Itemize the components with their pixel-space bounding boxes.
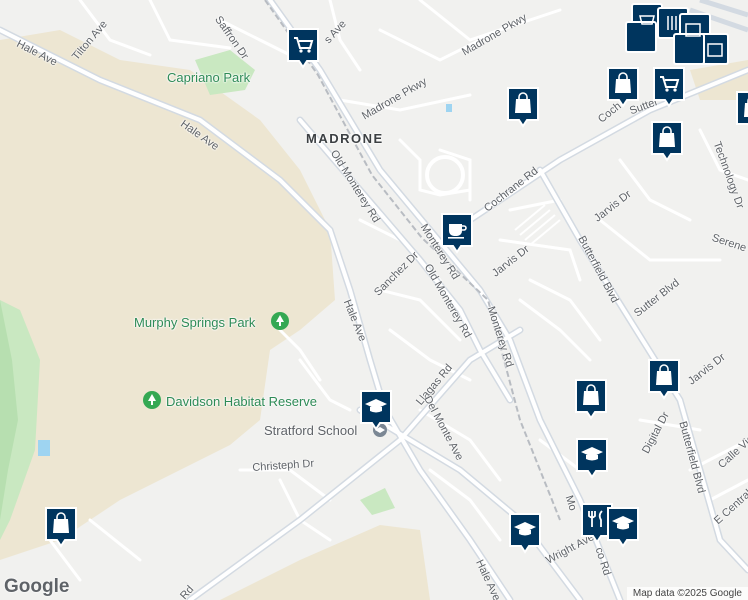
shopping-bag-marker[interactable] bbox=[647, 358, 681, 402]
school-icon bbox=[576, 438, 608, 479]
shopping-bag-icon bbox=[651, 121, 683, 162]
school-marker[interactable] bbox=[606, 506, 640, 550]
shopping-bag-marker[interactable] bbox=[44, 506, 78, 550]
shopping-bag-marker[interactable] bbox=[735, 90, 748, 134]
shopping-bag-icon bbox=[45, 507, 77, 548]
park-icon bbox=[143, 391, 161, 409]
shopping-bag-marker[interactable] bbox=[574, 378, 608, 422]
map-canvas[interactable]: MADRONE Capriano Park Murphy Springs Par… bbox=[0, 0, 748, 600]
school-marker[interactable] bbox=[575, 437, 609, 481]
school-icon bbox=[360, 390, 392, 431]
shopping-cart-marker[interactable] bbox=[286, 27, 320, 71]
park-label-davidson[interactable]: Davidson Habitat Reserve bbox=[166, 394, 317, 409]
park-label-murphy-springs[interactable]: Murphy Springs Park bbox=[134, 315, 255, 330]
school-icon bbox=[607, 507, 639, 548]
google-logo: Google bbox=[4, 576, 70, 597]
coffee-icon bbox=[441, 213, 473, 254]
shopping-cart-icon bbox=[287, 28, 319, 69]
shopping-bag-marker[interactable] bbox=[650, 120, 684, 164]
shopping-bag-icon bbox=[575, 379, 607, 420]
school-marker[interactable] bbox=[359, 389, 393, 433]
coffee-marker[interactable] bbox=[440, 212, 474, 256]
school-label[interactable]: Stratford School bbox=[264, 423, 357, 438]
park-label-capriano[interactable]: Capriano Park bbox=[167, 70, 250, 85]
school-marker[interactable] bbox=[508, 512, 542, 556]
marker-cluster[interactable] bbox=[624, 0, 748, 75]
district-label: MADRONE bbox=[306, 131, 384, 146]
shopping-bag-marker[interactable] bbox=[506, 86, 540, 130]
shopping-bag-icon bbox=[736, 91, 748, 126]
school-icon bbox=[509, 513, 541, 554]
shopping-bag-icon bbox=[648, 359, 680, 400]
park-icon bbox=[271, 312, 289, 330]
shopping-bag-icon bbox=[507, 87, 539, 128]
attribution-text[interactable]: Map data ©2025 Google bbox=[626, 587, 748, 600]
